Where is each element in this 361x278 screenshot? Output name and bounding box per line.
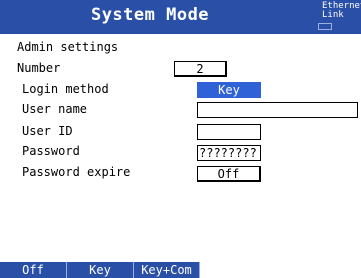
password-field[interactable]: ???????? <box>197 145 261 161</box>
number-field[interactable]: 2 <box>174 61 227 77</box>
softkey-off[interactable]: Off <box>0 262 67 278</box>
title-bar: System Mode Ethernet Link <box>0 0 361 34</box>
softkey-bar: Off Key Key+Com <box>0 262 361 278</box>
password-label: Password <box>22 144 80 158</box>
password-expire-field[interactable]: Off <box>197 166 261 182</box>
number-label: Number <box>17 61 61 75</box>
screen: System Mode Ethernet Link Admin settings… <box>0 0 361 278</box>
softkey-key[interactable]: Key <box>67 262 134 278</box>
ethernet-status-line2: Link <box>322 10 344 20</box>
user-name-label: User name <box>22 102 88 116</box>
page-title: System Mode <box>90 5 210 25</box>
login-method-field[interactable]: Key <box>197 82 261 98</box>
login-method-label: Login method <box>22 82 109 96</box>
link-indicator-icon <box>318 23 332 30</box>
user-id-field[interactable] <box>197 124 261 140</box>
password-expire-label: Password expire <box>22 165 131 179</box>
user-id-label: User ID <box>22 124 73 138</box>
ethernet-status: Ethernet Link <box>322 2 361 20</box>
softkey-key-com[interactable]: Key+Com <box>134 262 200 278</box>
user-name-field[interactable] <box>197 102 358 118</box>
section-title: Admin settings <box>17 40 119 54</box>
